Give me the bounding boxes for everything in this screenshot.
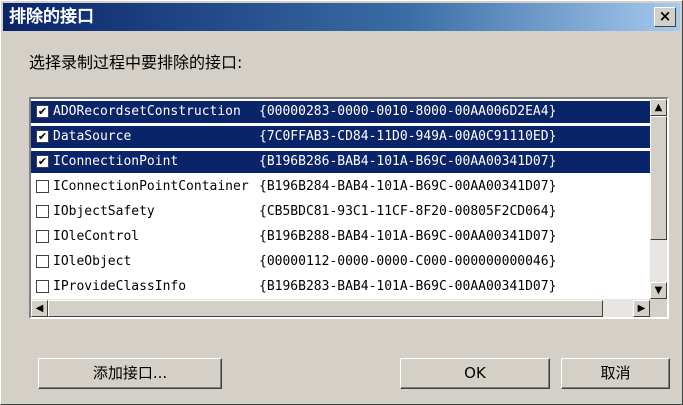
interface-name: IProvideClassInfo: [53, 276, 187, 298]
check-icon: ✔: [37, 105, 48, 118]
interface-row[interactable]: ✔ {B196B286-BAB4-101A-B69C-00AA00341D07} I…: [31, 151, 650, 173]
prompt-label: 选择录制过程中要排除的接口:: [29, 53, 243, 72]
scroll-left-icon: ◀: [35, 303, 44, 314]
interface-guid: {B196B283-BAB4-101A-B69C-00AA00341D07}: [259, 279, 557, 294]
horizontal-scroll-thumb[interactable]: [48, 300, 603, 317]
interface-guid: {B196B288-BAB4-101A-B69C-00AA00341D07}: [259, 229, 557, 244]
check-icon: ✔: [37, 130, 48, 143]
interface-row[interactable]: {B196B283-BAB4-101A-B69C-00AA00341D07} IP…: [31, 276, 650, 298]
scroll-up-button[interactable]: ▲: [650, 99, 667, 116]
unchecked-checkbox[interactable]: [36, 180, 49, 193]
ok-button[interactable]: OK: [400, 358, 550, 389]
dialog-title: 排除的接口: [9, 7, 94, 27]
interface-row[interactable]: ✔ {00000283-0000-0010-8000-00AA006D2EA4} A…: [31, 101, 650, 123]
interface-row[interactable]: {B196B284-BAB4-101A-B69C-00AA00341D07} IC…: [31, 176, 650, 198]
interface-name: IConnectionPoint: [53, 151, 179, 173]
interface-name: IObjectSafety: [53, 201, 155, 223]
vertical-scroll-thumb[interactable]: [650, 116, 667, 240]
interface-guid: {7C0FFAB3-CD84-11D0-949A-00A0C91110ED}: [259, 129, 557, 144]
interface-guid: {B196B284-BAB4-101A-B69C-00AA00341D07}: [259, 179, 557, 194]
checked-checkbox[interactable]: ✔: [36, 155, 49, 168]
scroll-right-button[interactable]: ▶: [633, 300, 650, 317]
unchecked-checkbox[interactable]: [36, 255, 49, 268]
cancel-button[interactable]: 取消: [561, 358, 670, 389]
check-icon: ✔: [37, 155, 48, 168]
unchecked-checkbox[interactable]: [36, 280, 49, 293]
interface-name: IOleObject: [53, 251, 132, 273]
interface-row[interactable]: ✔ {7C0FFAB3-CD84-11D0-949A-00A0C91110ED} D…: [31, 126, 650, 148]
interface-list[interactable]: ✔ {00000283-0000-0010-8000-00AA006D2EA4} A…: [29, 97, 669, 319]
checked-checkbox[interactable]: ✔: [36, 105, 49, 118]
interface-row[interactable]: {B196B288-BAB4-101A-B69C-00AA00341D07} IO…: [31, 226, 650, 248]
interface-name: DataSource: [53, 126, 132, 148]
close-button[interactable]: ×: [654, 7, 676, 27]
interface-guid: {00000283-0000-0010-8000-00AA006D2EA4}: [259, 104, 557, 119]
interface-guid: {B196B286-BAB4-101A-B69C-00AA00341D07}: [259, 154, 557, 169]
interface-row[interactable]: {CB5BDC81-93C1-11CF-8F20-00805F2CD064} IO…: [31, 201, 650, 223]
scroll-down-button[interactable]: ▼: [650, 282, 667, 299]
excluded-interfaces-dialog: 排除的接口 × 选择录制过程中要排除的接口: ✔ {00000283-0000-0…: [0, 0, 683, 405]
unchecked-checkbox[interactable]: [36, 230, 49, 243]
interface-guid: {CB5BDC81-93C1-11CF-8F20-00805F2CD064}: [259, 204, 557, 219]
horizontal-scrollbar[interactable]: ◀ ▶: [31, 299, 650, 317]
scroll-right-icon: ▶: [637, 303, 646, 314]
checked-checkbox[interactable]: ✔: [36, 130, 49, 143]
title-bar: 排除的接口 ×: [3, 3, 680, 31]
interface-name: IOleControl: [53, 226, 140, 248]
interface-name: ADORecordsetConstruction: [53, 101, 241, 123]
interface-name: IConnectionPointContainer: [53, 176, 249, 198]
close-icon: ×: [658, 7, 672, 25]
vertical-scrollbar[interactable]: ▲ ▼: [650, 99, 667, 299]
scroll-up-icon: ▲: [654, 102, 663, 113]
scroll-left-button[interactable]: ◀: [31, 300, 48, 317]
interface-rows: ✔ {00000283-0000-0010-8000-00AA006D2EA4} A…: [31, 99, 650, 299]
add-interface-button[interactable]: 添加接口...: [38, 358, 222, 389]
unchecked-checkbox[interactable]: [36, 205, 49, 218]
scrollbar-corner: [650, 299, 667, 317]
interface-row[interactable]: {00000112-0000-0000-C000-000000000046} IO…: [31, 251, 650, 273]
interface-guid: {00000112-0000-0000-C000-000000000046}: [259, 254, 557, 269]
scroll-down-icon: ▼: [654, 285, 663, 296]
